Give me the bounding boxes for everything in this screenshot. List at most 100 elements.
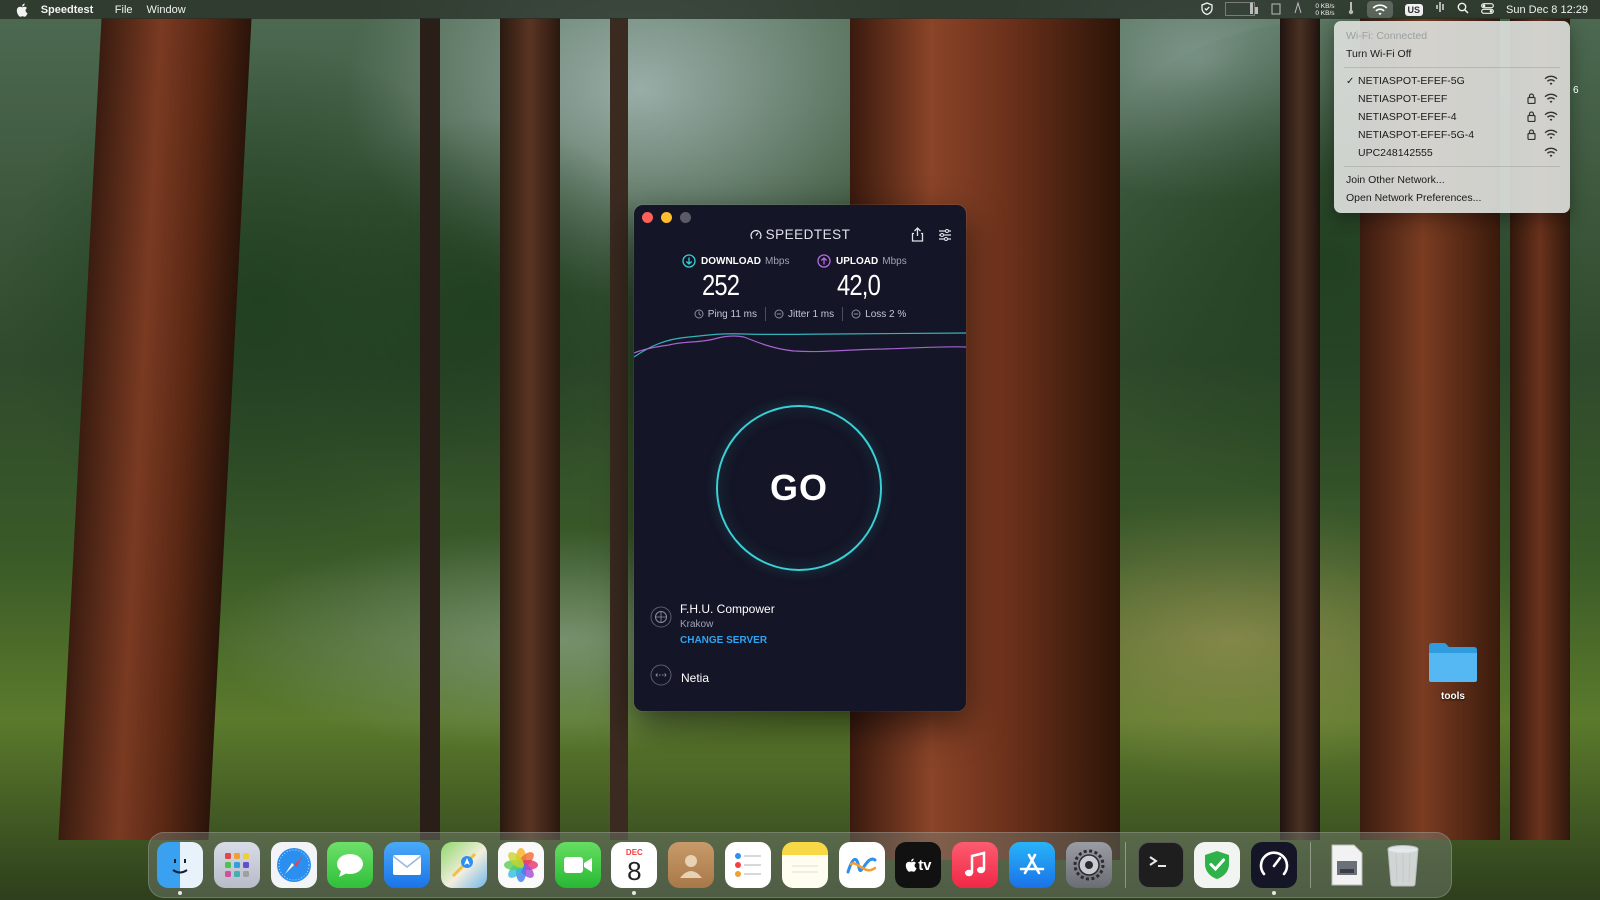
wifi-network-item[interactable]: NETIASPOT-EFEF	[1334, 90, 1570, 108]
calendar-day: 8	[627, 855, 642, 886]
join-other-network-item[interactable]: Join Other Network...	[1334, 171, 1570, 189]
wifi-status-button[interactable]	[1366, 1, 1393, 18]
latency-row: Ping 11 ms Jitter 1 ms Loss 2 %	[634, 307, 966, 321]
disk-stat-icon[interactable]	[1293, 1, 1303, 18]
upload-unit: Mbps	[882, 255, 907, 267]
server-name: F.H.U. Compower	[680, 602, 775, 616]
cpu-stat-icon[interactable]	[1225, 1, 1256, 18]
vpn-shield-status-icon[interactable]	[1201, 1, 1214, 18]
folder-icon	[1429, 643, 1477, 682]
minimize-button[interactable]	[661, 212, 672, 223]
network-name: NETIASPOT-EFEF	[1358, 93, 1448, 105]
spotlight-search-icon[interactable]	[1457, 2, 1469, 17]
ping-icon	[694, 309, 704, 319]
go-label: GO	[769, 467, 828, 508]
dock: DEC 8 tv	[148, 832, 1452, 898]
upload-metric: UPLOAD Mbps 42,0	[817, 254, 907, 303]
app-store-icon[interactable]	[1008, 842, 1055, 888]
net-upload-rate: 0 KB/s	[1315, 2, 1335, 10]
wifi-signal-icon	[1544, 93, 1558, 107]
reminders-icon[interactable]	[724, 842, 771, 888]
facetime-icon[interactable]	[554, 842, 601, 888]
messages-icon[interactable]	[327, 842, 374, 888]
network-speed-readout[interactable]: 0 KB/s 0 KB/s	[1315, 3, 1334, 17]
isp-icon	[650, 664, 672, 691]
go-button[interactable]: GO	[716, 405, 882, 571]
loss-text: Loss 2 %	[865, 308, 907, 320]
menu-bar: Speedtest File Window 0 KB/s 0 KB/s US S…	[0, 0, 1600, 19]
memory-stat-icon[interactable]	[1271, 1, 1281, 18]
siri-icon[interactable]	[1435, 1, 1445, 18]
turn-wifi-off-item[interactable]: Turn Wi-Fi Off	[1334, 45, 1570, 63]
maps-icon[interactable]	[440, 842, 487, 888]
globe-icon	[650, 606, 672, 633]
network-name: NETIASPOT-EFEF-4	[1358, 111, 1457, 123]
speedtest-logo-icon	[749, 229, 762, 240]
desktop-folder-tools[interactable]: tools	[1426, 640, 1480, 702]
calendar-icon[interactable]: DEC 8	[611, 842, 658, 895]
menu-file[interactable]: File	[115, 4, 133, 16]
music-icon[interactable]	[952, 842, 999, 888]
system-settings-icon[interactable]	[1065, 842, 1112, 888]
settings-sliders-icon[interactable]	[938, 228, 952, 246]
share-icon[interactable]	[911, 227, 924, 247]
dock-divider	[1124, 842, 1126, 888]
safari-icon[interactable]	[270, 842, 317, 888]
open-network-preferences-item[interactable]: Open Network Preferences...	[1334, 189, 1570, 207]
wifi-signal-icon	[1544, 147, 1558, 161]
vpn-shield-icon[interactable]	[1194, 842, 1241, 888]
download-arrow-icon	[682, 254, 696, 268]
apple-menu-icon[interactable]	[16, 3, 30, 17]
jitter-text: Jitter 1 ms	[788, 308, 835, 320]
preview-icon[interactable]	[1323, 842, 1369, 888]
speedtest-icon[interactable]	[1251, 842, 1298, 895]
checkmark-icon: ✓	[1346, 75, 1355, 87]
trash-icon[interactable]	[1380, 842, 1426, 888]
jitter-stat: Jitter 1 ms	[774, 309, 834, 320]
upload-value: 42,0	[837, 270, 881, 302]
ping-text: Ping 11 ms	[707, 308, 758, 320]
network-name: NETIASPOT-EFEF-5G-4	[1358, 129, 1475, 141]
mail-icon[interactable]	[384, 842, 431, 888]
server-city: Krakow	[680, 619, 714, 630]
input-source-badge[interactable]: US	[1404, 3, 1424, 16]
stat-divider	[765, 307, 767, 321]
dock-divider	[1309, 842, 1311, 888]
menu-divider	[1344, 166, 1560, 167]
sensors-stat-icon[interactable]	[1347, 1, 1355, 18]
window-controls	[642, 212, 691, 223]
change-server-link[interactable]: CHANGE SERVER	[680, 635, 880, 646]
wifi-network-item[interactable]: UPC248142555	[1334, 144, 1570, 162]
partial-desktop-text: 6	[1573, 85, 1579, 96]
control-center-icon[interactable]	[1481, 2, 1494, 17]
photos-icon[interactable]	[497, 842, 544, 888]
freeform-icon[interactable]	[838, 842, 885, 888]
notes-icon[interactable]	[781, 842, 828, 888]
close-button[interactable]	[642, 212, 653, 223]
finder-icon[interactable]	[157, 842, 203, 895]
speedtest-window: SPEEDTEST DOWNLOAD Mbps 252 UPLOAD Mbps …	[634, 205, 966, 711]
loss-stat: Loss 2 %	[851, 309, 906, 320]
zoom-button[interactable]	[680, 212, 691, 223]
contacts-icon[interactable]	[668, 842, 715, 888]
menu-app-name[interactable]: Speedtest	[41, 0, 94, 33]
wifi-network-item[interactable]: NETIASPOT-EFEF-5G-4	[1334, 126, 1570, 144]
tv-icon[interactable]: tv	[895, 842, 942, 888]
menu-clock[interactable]: Sun Dec 8 12:29	[1506, 4, 1588, 16]
wifi-status-label: Wi-Fi: Connected	[1346, 30, 1428, 42]
network-name: UPC248142555	[1358, 147, 1433, 159]
ping-stat: Ping 11 ms	[694, 309, 757, 320]
wifi-network-item[interactable]: ✓ NETIASPOT-EFEF-5G	[1334, 72, 1570, 90]
network-name: NETIASPOT-EFEF-5G	[1358, 75, 1465, 87]
isp-name: Netia	[681, 670, 710, 685]
stat-divider	[842, 307, 844, 321]
wifi-signal-icon	[1544, 75, 1558, 89]
speedtest-title-text: SPEEDTEST	[765, 227, 851, 242]
upload-label: UPLOAD	[836, 255, 879, 267]
menu-window[interactable]: Window	[147, 4, 186, 16]
launchpad-icon[interactable]	[213, 842, 260, 888]
terminal-icon[interactable]	[1137, 842, 1184, 888]
jitter-icon	[774, 309, 784, 319]
wifi-network-item[interactable]: NETIASPOT-EFEF-4	[1334, 108, 1570, 126]
folder-label: tools	[1441, 691, 1465, 702]
